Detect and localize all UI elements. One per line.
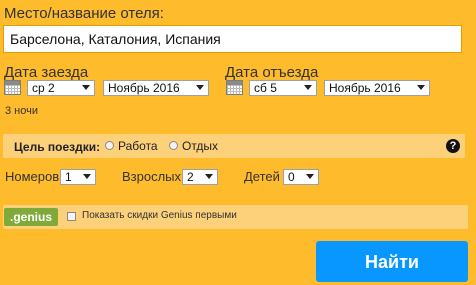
help-icon[interactable]: ? (446, 139, 460, 153)
purpose-business-label[interactable]: Работа (118, 139, 158, 153)
chevron-down-icon (196, 85, 204, 90)
checkout-month-select[interactable]: Ноябрь 2016 (324, 80, 430, 96)
checkin-month-select[interactable]: Ноябрь 2016 (103, 80, 209, 96)
nights-count: 3 ночи (5, 105, 38, 117)
children-select[interactable]: 0 (283, 169, 319, 185)
purpose-leisure-label[interactable]: Отдых (182, 139, 218, 153)
chevron-down-icon (82, 85, 90, 90)
destination-label: Место/название отеля: (4, 5, 164, 22)
purpose-business-radio[interactable] (105, 141, 114, 150)
checkout-day-select[interactable]: сб 5 (249, 80, 317, 96)
checkin-month-value: Ноябрь 2016 (108, 81, 180, 95)
checkin-day-select[interactable]: ср 2 (27, 80, 95, 96)
genius-checkbox-label[interactable]: Показать скидки Genius первыми (82, 210, 237, 221)
rooms-value: 1 (65, 170, 72, 184)
chevron-down-icon (304, 85, 312, 90)
chevron-down-icon (205, 174, 213, 179)
checkin-calendar-icon[interactable] (4, 80, 21, 95)
children-value: 0 (288, 170, 295, 184)
adults-label: Взрослых (122, 169, 182, 184)
checkout-month-value: Ноябрь 2016 (329, 81, 401, 95)
genius-logo: .genius (4, 208, 58, 226)
checkout-label: Дата отъезда (225, 64, 319, 81)
chevron-down-icon (417, 85, 425, 90)
checkin-day-value: ср 2 (32, 81, 55, 95)
rooms-label: Номеров (5, 169, 60, 184)
checkout-calendar-icon[interactable] (226, 80, 243, 95)
purpose-leisure-radio[interactable] (169, 141, 178, 150)
adults-value: 2 (187, 170, 194, 184)
chevron-down-icon (306, 174, 314, 179)
checkin-label: Дата заезда (4, 64, 89, 81)
trip-purpose-label: Цель поездки: (14, 140, 101, 154)
genius-checkbox[interactable] (67, 212, 76, 221)
checkout-day-value: сб 5 (254, 81, 277, 95)
rooms-select[interactable]: 1 (60, 169, 96, 185)
adults-select[interactable]: 2 (182, 169, 218, 185)
chevron-down-icon (83, 174, 91, 179)
children-label: Детей (244, 169, 280, 184)
destination-input[interactable] (3, 25, 462, 53)
search-button[interactable]: Найти (316, 241, 468, 282)
